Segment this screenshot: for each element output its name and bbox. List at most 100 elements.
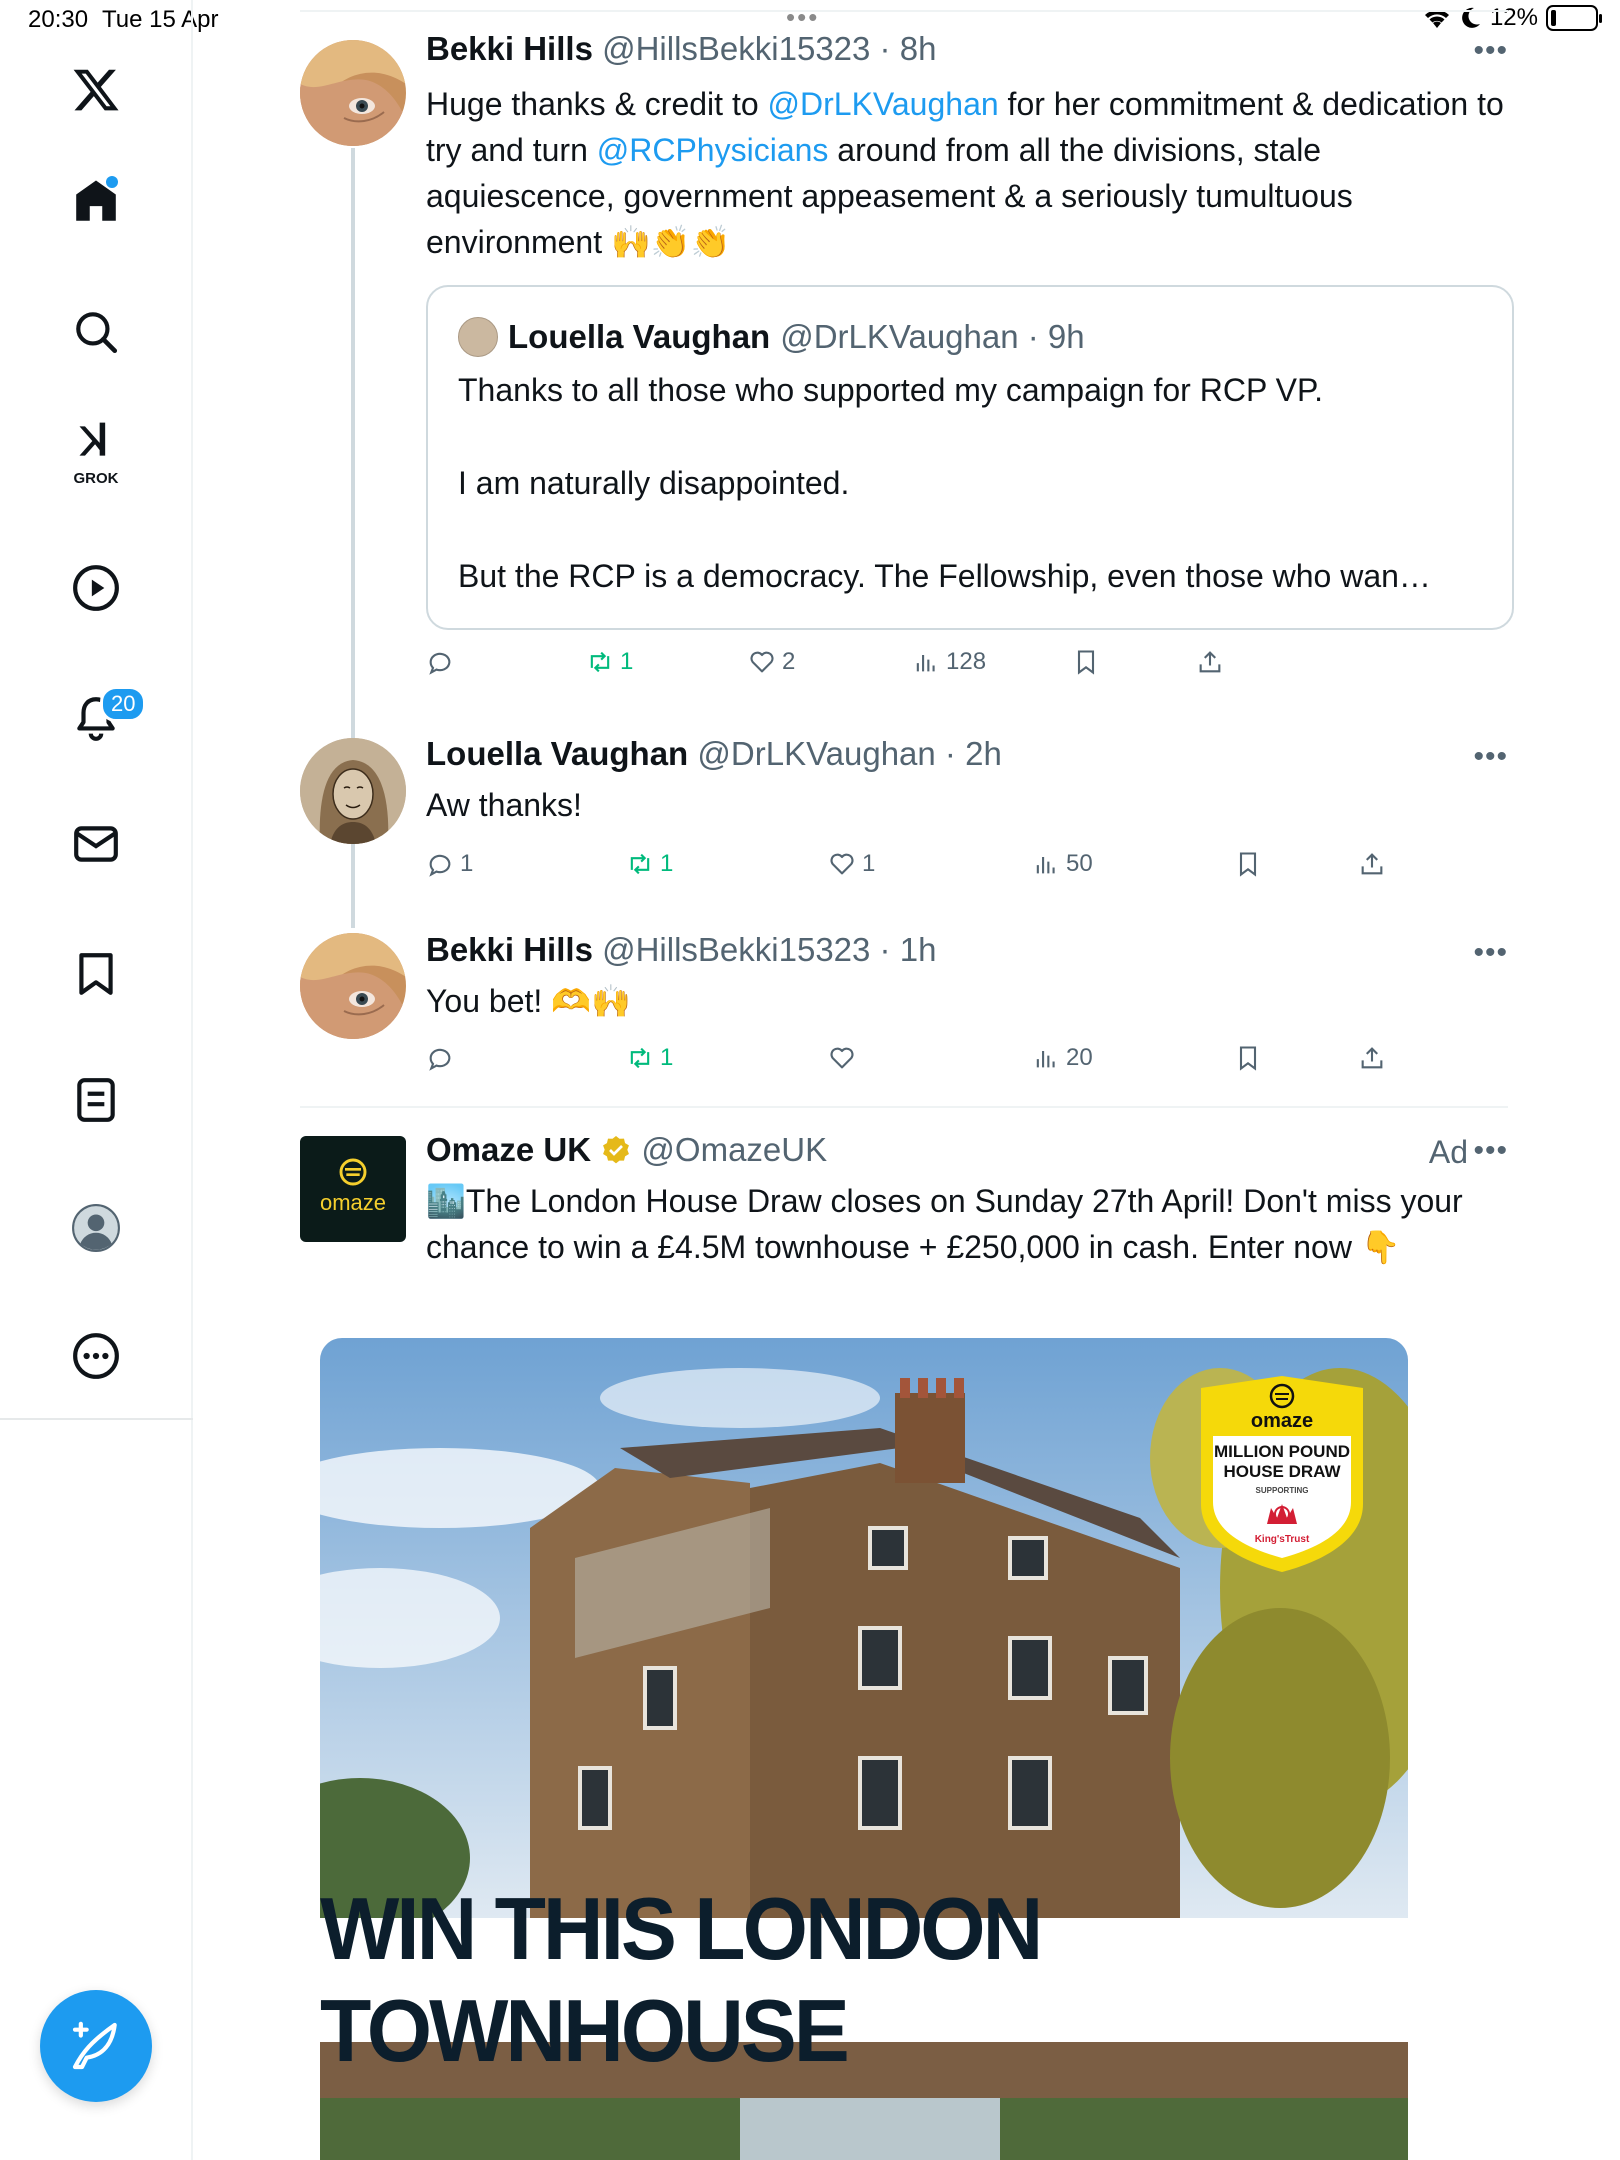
views-count: 50 <box>1066 850 1093 877</box>
like-count: 1 <box>862 850 876 877</box>
bookmarks-icon[interactable] <box>56 934 136 1014</box>
share-icon <box>1361 1047 1383 1069</box>
tweet-time[interactable]: 1h <box>900 931 937 968</box>
badge-title: MILLION POUND HOUSE DRAW <box>1214 1442 1350 1481</box>
sidebar-divider <box>0 1418 193 1420</box>
repost-button[interactable]: 1 <box>626 1044 673 1072</box>
reply-count: 1 <box>460 850 474 877</box>
bookmark-icon <box>1239 852 1257 877</box>
notifications-bell-icon[interactable]: 20 <box>56 678 147 758</box>
repost-button[interactable]: 1 <box>626 850 673 878</box>
tweet-text: You bet! 🫶🙌 <box>426 983 631 1019</box>
home-icon[interactable] <box>56 162 136 242</box>
repost-count: 1 <box>660 1044 674 1071</box>
quote-header: Louella Vaughan @DrLKVaughan · 9h <box>458 317 1085 357</box>
reply-button[interactable]: 1 <box>426 850 473 878</box>
tweet-more-icon[interactable]: ••• <box>1473 936 1508 970</box>
grok-label: GROK <box>73 470 119 487</box>
omaze-logo-avatar[interactable]: omaze <box>300 1136 406 1242</box>
tweet-bekki-1[interactable]: Bekki Hills @HillsBekki15323 · 8h ••• Hu… <box>300 0 1514 928</box>
grok-icon[interactable]: GROK <box>56 410 136 490</box>
share-button[interactable] <box>1358 850 1386 878</box>
tweet-louella-reply[interactable]: Louella Vaughan @DrLKVaughan · 2h ••• Aw… <box>300 720 1508 920</box>
sidebar-nav: GROK 20 <box>0 0 193 2160</box>
search-icon[interactable] <box>56 292 136 372</box>
repost-count: 1 <box>620 648 634 675</box>
badge-supporting: SUPPORTING <box>1255 1486 1309 1495</box>
quoted-tweet[interactable]: Louella Vaughan @DrLKVaughan · 9h Thanks… <box>426 285 1514 630</box>
share-icon <box>1199 651 1221 673</box>
repost-count: 1 <box>660 850 674 877</box>
compose-feather-icon <box>72 2021 117 2070</box>
quote-paragraph: I am naturally disappointed. <box>458 465 850 501</box>
views-button[interactable]: 128 <box>912 648 986 676</box>
messages-mail-icon[interactable] <box>56 804 136 884</box>
views-chart-icon <box>1036 857 1055 874</box>
like-button[interactable]: 1 <box>828 850 875 878</box>
tweet-time[interactable]: 8h <box>900 30 937 67</box>
ad-header: Omaze UK @OmazeUK <box>426 1131 827 1169</box>
x-logo-icon[interactable] <box>56 50 136 130</box>
avatar-louella-vaughan[interactable] <box>300 738 406 844</box>
heart-icon <box>830 853 854 875</box>
tweet-more-icon[interactable]: ••• <box>1473 740 1508 774</box>
lists-icon[interactable] <box>56 1060 136 1140</box>
profile-avatar-icon[interactable] <box>56 1188 136 1268</box>
compose-post-button[interactable] <box>40 1990 152 2102</box>
author-name[interactable]: Bekki Hills <box>426 931 593 968</box>
mention-rcphysicians[interactable]: @RCPhysicians <box>597 132 829 168</box>
author-handle[interactable]: @HillsBekki15323 <box>602 931 870 968</box>
author-handle[interactable]: @HillsBekki15323 <box>602 30 870 67</box>
quote-avatar <box>458 317 498 357</box>
repost-icon <box>630 853 650 875</box>
ad-image[interactable]: WIN THIS LONDON TOWNHOUSE omaze MILLION … <box>320 1338 1408 2160</box>
mention-drlkvaughan[interactable]: @DrLKVaughan <box>768 86 999 122</box>
bookmark-button[interactable] <box>1234 1044 1262 1072</box>
ad-text: 🏙️The London House Draw closes on Sunday… <box>426 1183 1463 1265</box>
verified-badge-icon <box>603 1136 630 1164</box>
video-play-icon[interactable] <box>56 548 136 628</box>
heart-icon <box>830 1047 854 1069</box>
tweet-actions: 1 2 128 <box>426 648 1508 688</box>
quote-text: Thanks to all those who supported my cam… <box>458 367 1488 646</box>
home-unread-dot <box>106 176 118 188</box>
like-button[interactable] <box>828 1044 862 1072</box>
author-handle[interactable]: @OmazeUK <box>641 1131 827 1168</box>
ad-banner: WIN THIS LONDON TOWNHOUSE <box>320 1879 1408 2080</box>
author-name[interactable]: Louella Vaughan <box>426 735 688 772</box>
repost-button[interactable]: 1 <box>586 648 633 676</box>
share-button[interactable] <box>1196 648 1224 676</box>
tweet-bekki-2[interactable]: Bekki Hills @HillsBekki15323 · 1h ••• Yo… <box>300 916 1508 1106</box>
tweet-text: Aw thanks! <box>426 787 582 823</box>
more-options-icon[interactable] <box>56 1316 136 1396</box>
tweet-more-icon[interactable]: ••• <box>1473 1134 1508 1168</box>
reply-icon <box>429 652 451 675</box>
ad-label: Ad <box>1428 1134 1468 1170</box>
avatar-bekki-hills[interactable] <box>300 40 406 146</box>
tweet-actions: 1 20 <box>426 1044 1508 1084</box>
million-pound-draw-badge: omaze MILLION POUND HOUSE DRAW SUPPORTIN… <box>1193 1374 1371 1574</box>
views-chart-icon <box>1036 1051 1055 1068</box>
bookmark-button[interactable] <box>1234 850 1262 878</box>
repost-icon <box>590 651 610 673</box>
bookmark-icon <box>1077 650 1095 675</box>
views-button[interactable]: 20 <box>1032 1044 1093 1072</box>
tweet-more-icon[interactable]: ••• <box>1473 34 1508 68</box>
avatar-bekki-hills[interactable] <box>300 933 406 1039</box>
tweet-header: Bekki Hills @HillsBekki15323 · 1h <box>426 931 937 968</box>
tweet-time[interactable]: 2h <box>965 735 1002 772</box>
bookmark-icon <box>1239 1046 1257 1071</box>
views-button[interactable]: 50 <box>1032 850 1093 878</box>
views-count: 20 <box>1066 1044 1093 1071</box>
share-button[interactable] <box>1358 1044 1386 1072</box>
badge-brand: omaze <box>1250 1410 1314 1432</box>
reply-button[interactable] <box>426 1044 460 1072</box>
reply-button[interactable] <box>426 648 460 676</box>
author-name[interactable]: Omaze UK <box>426 1131 591 1168</box>
author-name[interactable]: Bekki Hills <box>426 30 593 67</box>
share-icon <box>1361 853 1383 875</box>
quote-author-handle: @DrLKVaughan <box>780 318 1019 355</box>
like-button[interactable]: 2 <box>748 648 795 676</box>
author-handle[interactable]: @DrLKVaughan <box>697 735 935 772</box>
bookmark-button[interactable] <box>1072 648 1100 676</box>
